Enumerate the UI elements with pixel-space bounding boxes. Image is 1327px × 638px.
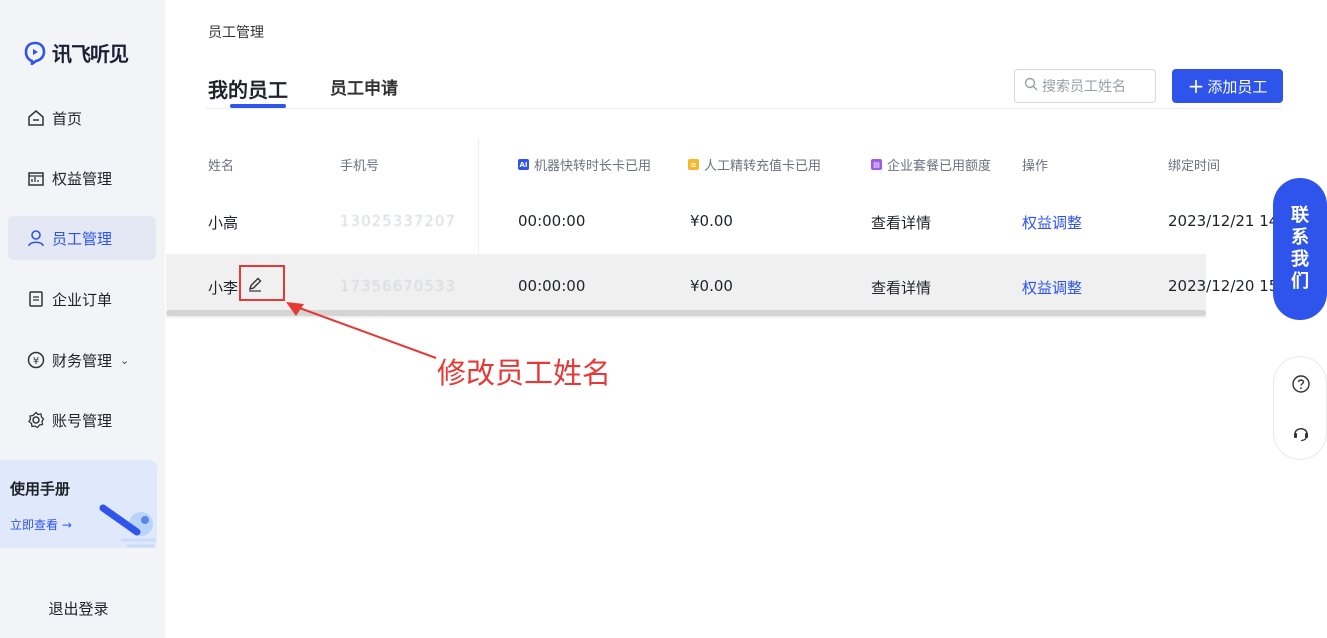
add-employee-label: 添加员工 (1207, 77, 1268, 96)
column-header-package: ▤ 企业套餐已用额度 (871, 155, 991, 174)
employee-name: 小李 (208, 279, 239, 297)
search-input[interactable]: 搜索员工姓名 (1014, 69, 1156, 103)
column-divider (478, 138, 479, 314)
plus-icon: + (1187, 74, 1205, 98)
logout-button[interactable]: 退出登录 (0, 598, 157, 619)
add-employee-button[interactable]: + 添加员工 (1172, 69, 1283, 103)
home-icon (26, 108, 46, 128)
user-icon (26, 228, 46, 248)
contact-char: 们 (1291, 271, 1309, 292)
machine-used: 00:00:00 (518, 277, 586, 295)
sidebar-item-label: 企业订单 (52, 290, 113, 309)
employee-name: 小高 (208, 214, 239, 232)
package-tag-icon: ▤ (871, 159, 882, 170)
sidebar-item-label: 权益管理 (52, 169, 113, 188)
column-header-phone: 手机号 (340, 159, 380, 174)
help-panel (1273, 356, 1327, 460)
finance-icon: ¥ (26, 350, 46, 370)
chevron-down-icon: ⌄ (120, 353, 130, 367)
sidebar-item-label: 财务管理 (52, 351, 113, 370)
sidebar-item-label: 首页 (52, 109, 83, 128)
manual-card[interactable]: 使用手册 立即查看 → (0, 460, 157, 548)
breadcrumb: 员工管理 (208, 25, 264, 41)
bind-time: 2023/12/20 15 (1168, 277, 1279, 295)
sidebar-item-orders[interactable]: 企业订单 (8, 277, 156, 321)
column-header-bind-time: 绑定时间 (1168, 159, 1221, 174)
order-icon (26, 289, 46, 309)
sidebar-item-account[interactable]: 账号管理 (8, 398, 156, 442)
brand-name: 讯飞听见 (52, 42, 129, 66)
contact-char: 系 (1291, 227, 1309, 248)
view-details-link[interactable]: 查看详情 (871, 212, 931, 233)
column-header-label: 企业套餐已用额度 (887, 159, 992, 174)
gift-icon (26, 168, 46, 188)
adjust-benefits-link[interactable]: 权益调整 (1022, 277, 1082, 298)
adjust-benefits-link[interactable]: 权益调整 (1022, 212, 1082, 233)
sidebar-item-label: 账号管理 (52, 411, 113, 430)
search-placeholder: 搜索员工姓名 (1042, 79, 1126, 95)
view-details-link[interactable]: 查看详情 (871, 277, 931, 298)
customer-service-icon[interactable] (1291, 423, 1311, 443)
sidebar-item-benefits[interactable]: 权益管理 (8, 156, 156, 200)
bind-time: 2023/12/21 14 (1168, 212, 1279, 230)
manual-title: 使用手册 (10, 480, 71, 498)
sidebar-item-finance[interactable]: ¥ 财务管理 ⌄ (8, 338, 156, 382)
annotation-label: 修改员工姓名 (437, 356, 612, 390)
tab-employee-applications[interactable]: 员工申请 (330, 74, 398, 99)
svg-text:¥: ¥ (33, 356, 39, 367)
logo-icon (24, 41, 46, 67)
ai-tag-icon: AI (518, 159, 529, 170)
manual-used: ¥0.00 (690, 277, 733, 295)
annotation-highlight-box (239, 265, 285, 301)
tabs-divider (205, 108, 1282, 109)
gear-icon (26, 410, 46, 430)
contact-char: 我 (1291, 249, 1309, 270)
sidebar-item-home[interactable]: 首页 (8, 96, 156, 140)
search-icon (1024, 77, 1038, 95)
column-header-manual-card: ≡ 人工精转充值卡已用 (688, 155, 821, 174)
manual-link[interactable]: 立即查看 → (10, 516, 72, 533)
help-icon[interactable] (1291, 374, 1311, 394)
column-header-name: 姓名 (208, 159, 235, 174)
manual-tag-icon: ≡ (688, 159, 699, 170)
manual-used: ¥0.00 (690, 212, 733, 230)
employee-phone: 17356670533 (340, 277, 456, 295)
sidebar-item-label: 员工管理 (52, 229, 113, 248)
sidebar-item-employees[interactable]: 员工管理 (8, 216, 156, 260)
column-header-label: 机器快转时长卡已用 (534, 159, 652, 174)
brand-logo[interactable]: 讯飞听见 (24, 38, 129, 67)
sidebar: 讯飞听见 首页 权益管理 员工管理 企业订单 ¥ 财务管理 ⌄ 账号管理 使用手… (0, 0, 165, 638)
contact-us-button[interactable]: 联 系 我 们 (1273, 178, 1327, 320)
annotation-arrow-icon (286, 302, 437, 359)
machine-used: 00:00:00 (518, 212, 586, 230)
employee-phone: 13025337207 (340, 212, 456, 230)
column-header-machine-card: AI 机器快转时长卡已用 (518, 155, 651, 174)
column-header-label: 人工精转充值卡已用 (704, 159, 822, 174)
tab-my-employees[interactable]: 我的员工 (208, 74, 288, 103)
contact-char: 联 (1291, 205, 1309, 226)
column-header-operation: 操作 (1022, 159, 1049, 174)
manual-illustration-icon (93, 480, 157, 552)
